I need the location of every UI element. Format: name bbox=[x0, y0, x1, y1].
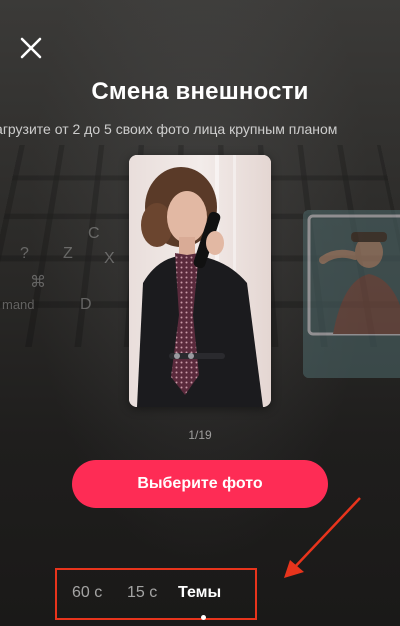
key-glyph: D bbox=[80, 296, 92, 313]
close-button[interactable] bbox=[19, 36, 43, 60]
tab-themes[interactable]: Темы bbox=[178, 584, 221, 602]
carousel-counter: 1/19 bbox=[188, 428, 212, 442]
next-portrait-image bbox=[303, 210, 400, 378]
page-subtitle: Загрузите от 2 до 5 своих фото лица круп… bbox=[0, 121, 400, 143]
key-glyph: ? bbox=[20, 245, 29, 262]
key-glyph: mand bbox=[2, 297, 35, 312]
active-tab-indicator bbox=[201, 615, 206, 620]
portrait-image bbox=[129, 155, 271, 407]
key-glyph: X bbox=[104, 250, 115, 267]
tab-15s[interactable]: 15 с bbox=[127, 584, 157, 602]
mode-tabs: 60 с 15 с Темы bbox=[55, 568, 257, 620]
annotation-arrow-icon bbox=[284, 497, 361, 578]
key-glyph: Z bbox=[63, 245, 73, 262]
tab-60s[interactable]: 60 с bbox=[72, 584, 102, 602]
page-title: Смена внешности bbox=[91, 78, 309, 105]
key-glyph: ⌘ bbox=[30, 274, 46, 291]
close-icon bbox=[20, 37, 42, 59]
key-glyph: C bbox=[88, 225, 100, 242]
next-effect-card[interactable] bbox=[303, 210, 400, 378]
subtitle-text: Загрузите от 2 до 5 своих фото лица круп… bbox=[0, 121, 338, 137]
effect-preview-card[interactable] bbox=[129, 155, 271, 407]
